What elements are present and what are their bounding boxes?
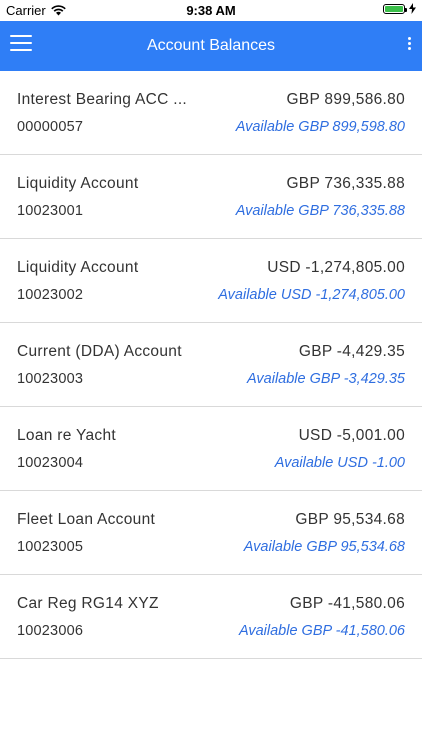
more-options-icon[interactable] [406, 37, 412, 57]
battery-fill [385, 5, 403, 12]
account-number: 10023001 [17, 203, 84, 219]
account-row[interactable]: Interest Bearing ACC ... 00000057 GBP 89… [0, 71, 422, 155]
available-balance: Available GBP 95,534.68 [243, 539, 405, 555]
account-number: 10023006 [17, 623, 84, 639]
account-list: Interest Bearing ACC ... 00000057 GBP 89… [0, 71, 422, 659]
available-balance: Available GBP -41,580.06 [238, 623, 405, 639]
account-number: 00000057 [17, 119, 84, 135]
charging-icon [409, 3, 416, 14]
account-name: Loan re Yacht [17, 427, 116, 444]
account-row[interactable]: Car Reg RG14 XYZ 10023006 GBP -41,580.06… [0, 575, 422, 659]
account-balance: GBP 95,534.68 [295, 511, 405, 528]
account-balance: USD -1,274,805.00 [267, 259, 405, 276]
account-name: Car Reg RG14 XYZ [17, 595, 159, 612]
page-title: Account Balances [146, 37, 276, 54]
available-balance: Available GBP 736,335.88 [235, 203, 405, 219]
account-number: 10023005 [17, 539, 84, 555]
battery-icon [383, 3, 407, 14]
account-balance: GBP -4,429.35 [298, 343, 405, 360]
account-row[interactable]: Fleet Loan Account 10023005 GBP 95,534.6… [0, 491, 422, 575]
battery-cap [405, 7, 407, 12]
account-row[interactable]: Loan re Yacht 10023004 USD -5,001.00 Ava… [0, 407, 422, 491]
navigation-bar: Account Balances [0, 21, 422, 71]
status-time: 9:38 AM [186, 3, 236, 18]
account-name: Liquidity Account [17, 259, 139, 276]
account-name: Fleet Loan Account [17, 511, 156, 528]
account-row[interactable]: Liquidity Account 10023002 USD -1,274,80… [0, 239, 422, 323]
account-name: Interest Bearing ACC ... [17, 91, 188, 108]
status-bar: Carrier 9:38 AM [0, 0, 422, 21]
account-row[interactable]: Liquidity Account 10023001 GBP 736,335.8… [0, 155, 422, 239]
available-balance: Available USD -1.00 [274, 455, 405, 471]
account-number: 10023002 [17, 287, 84, 303]
account-balance: GBP -41,580.06 [289, 595, 405, 612]
account-name: Liquidity Account [17, 175, 139, 192]
status-right [383, 3, 416, 14]
available-balance: Available GBP 899,598.80 [235, 119, 405, 135]
account-balance: GBP 736,335.88 [286, 175, 405, 192]
account-balance: USD -5,001.00 [298, 427, 405, 444]
account-name: Current (DDA) Account [17, 343, 182, 360]
account-number: 10023004 [17, 455, 84, 471]
available-balance: Available USD -1,274,805.00 [218, 287, 405, 303]
account-balance: GBP 899,586.80 [286, 91, 405, 108]
available-balance: Available GBP -3,429.35 [247, 371, 405, 387]
account-row[interactable]: Current (DDA) Account 10023003 GBP -4,42… [0, 323, 422, 407]
account-number: 10023003 [17, 371, 84, 387]
